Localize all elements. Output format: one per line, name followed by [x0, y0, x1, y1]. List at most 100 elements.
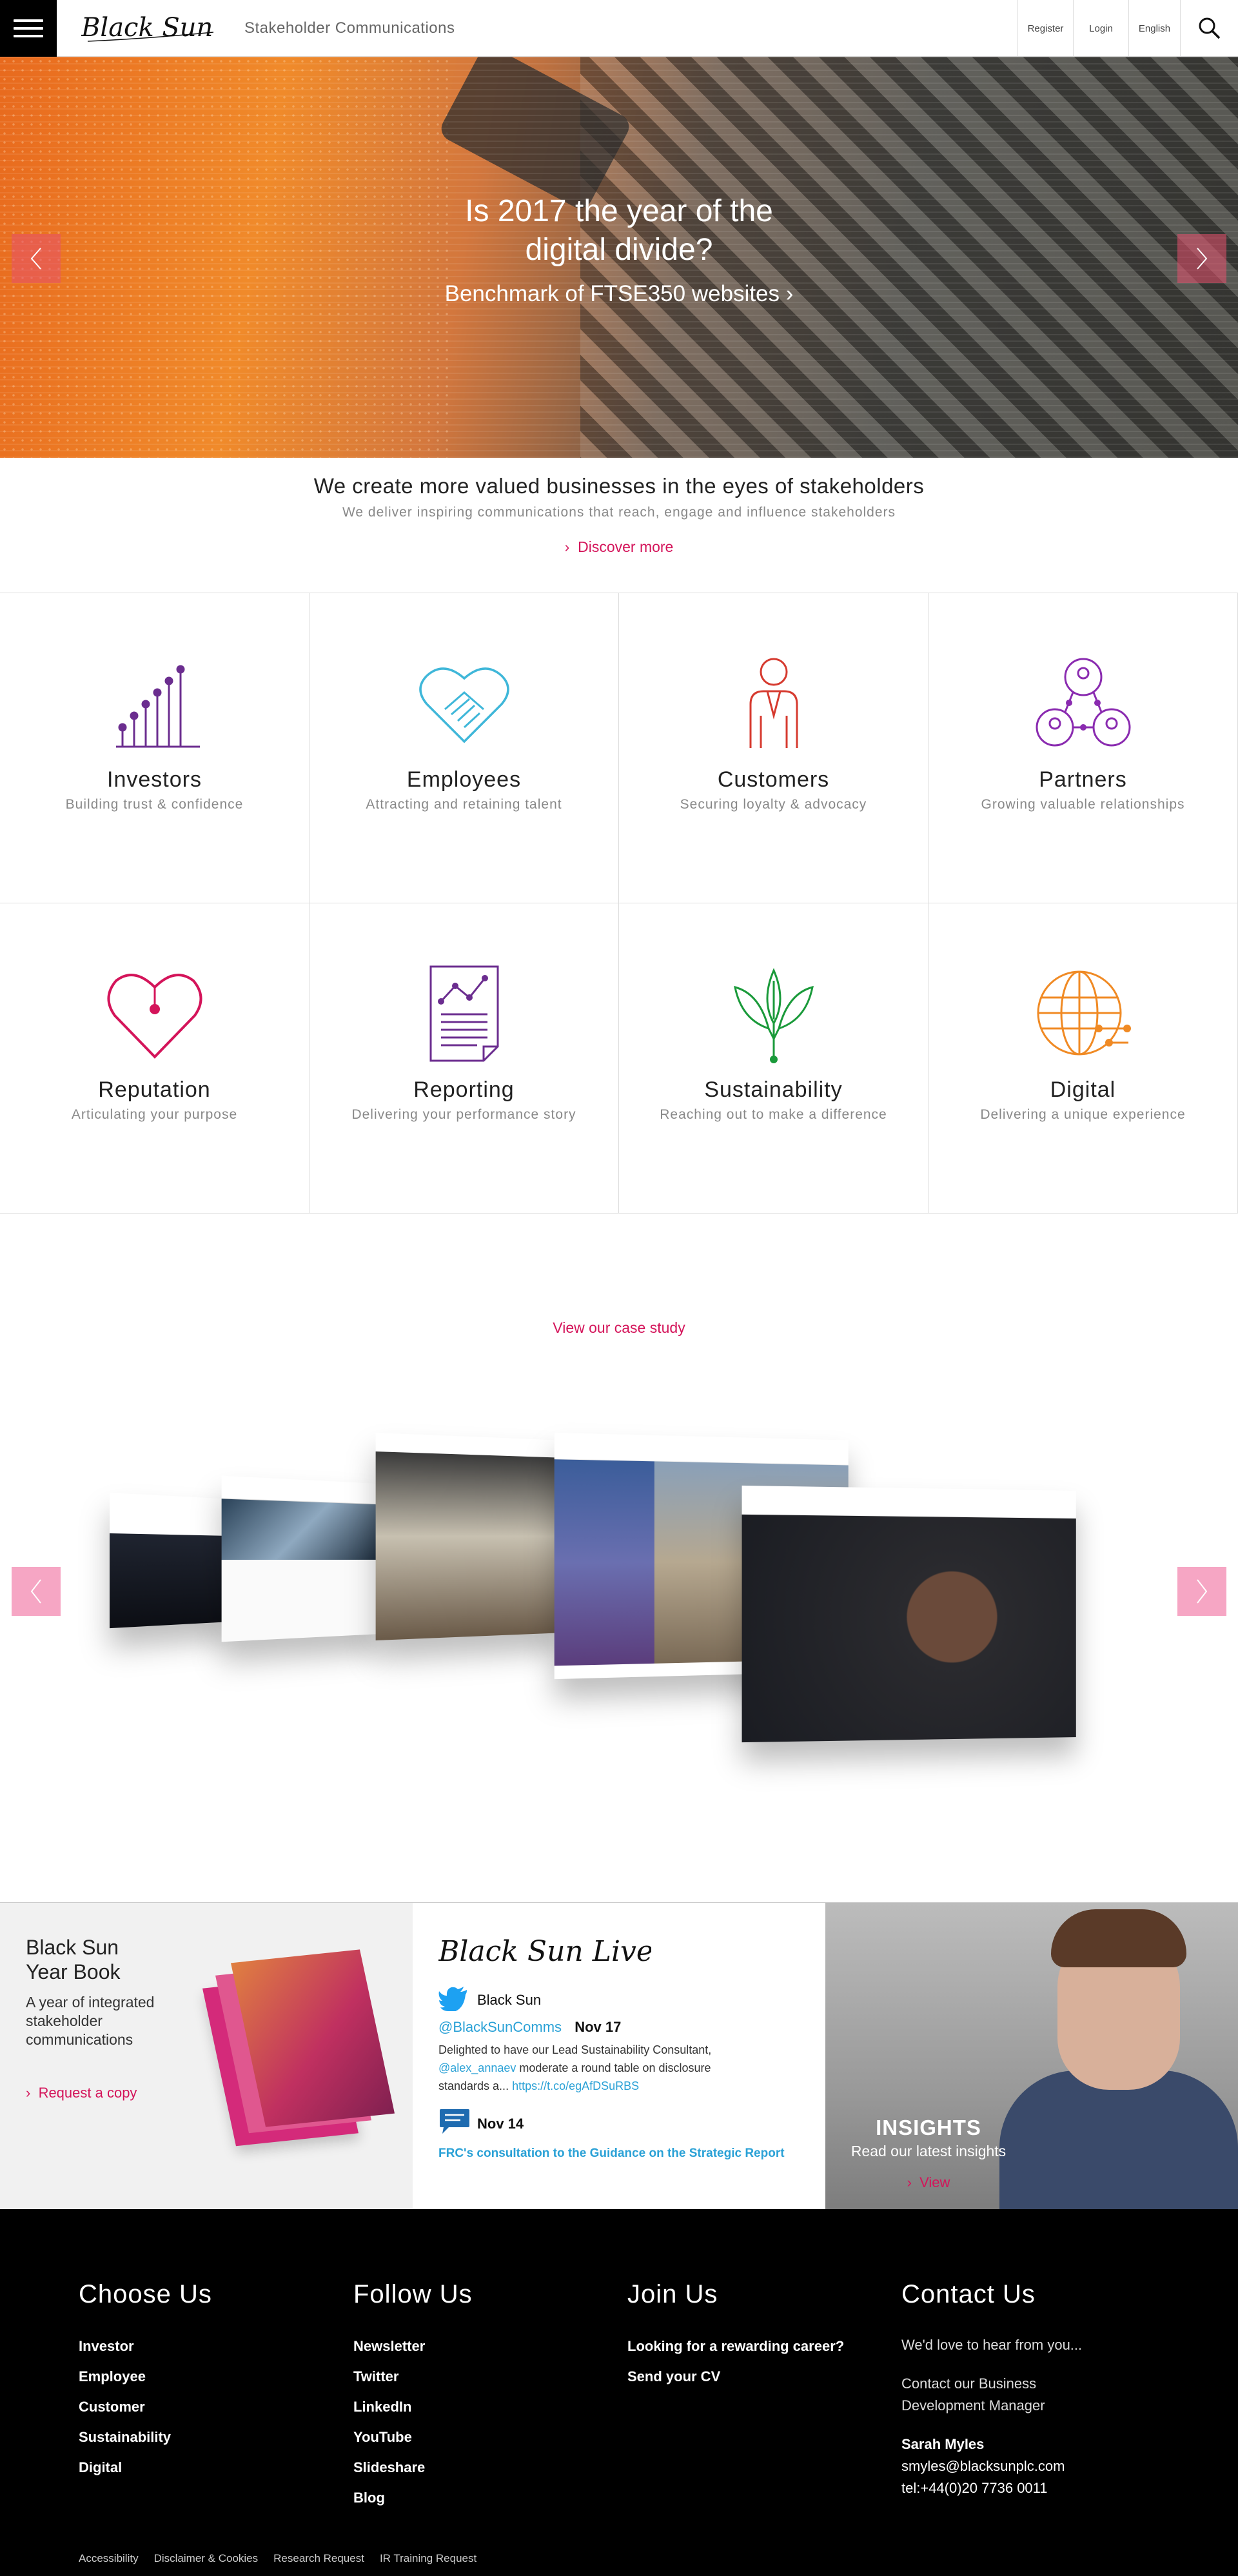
service-title: Employees: [310, 767, 618, 792]
black-sun-logo[interactable]: Black Sun: [81, 0, 220, 57]
footer-link-digital[interactable]: Digital: [79, 2459, 212, 2476]
footer-accessibility-link[interactable]: Accessibility: [79, 2552, 139, 2565]
view-case-study-link[interactable]: View our case study: [0, 1319, 1238, 1337]
service-employees[interactable]: Employees Attracting and retaining talen…: [310, 593, 619, 903]
footer-link-investor[interactable]: Investor: [79, 2338, 212, 2355]
service-subtitle: Articulating your purpose: [0, 1107, 309, 1123]
footer-link-youtube[interactable]: YouTube: [353, 2429, 473, 2446]
blog-speech-bubble-icon: [438, 2108, 471, 2135]
twitter-handle-link[interactable]: @BlackSunComms: [438, 2019, 562, 2035]
report-document-icon: [413, 961, 516, 1065]
footer-link-customer[interactable]: Customer: [79, 2399, 212, 2415]
tweet-text: Delighted to have our Lead Sustainabilit…: [438, 2041, 800, 2095]
footer-link-linkedin[interactable]: LinkedIn: [353, 2399, 473, 2415]
hero-banner[interactable]: Is 2017 the year of the digital divide? …: [0, 57, 1238, 458]
services-grid: Investors Building trust & confidence Em…: [0, 593, 1238, 1214]
service-digital[interactable]: Digital Delivering a unique experience: [928, 903, 1238, 1214]
footer-link-blog[interactable]: Blog: [353, 2490, 473, 2506]
footer-bottom-links: Accessibility Disclaimer & Cookies Resea…: [79, 2552, 477, 2565]
service-title: Customers: [619, 767, 928, 792]
contact-phone-link[interactable]: tel:+44(0)20 7736 0011: [901, 2477, 1082, 2499]
discover-more-link[interactable]: › Discover more: [565, 538, 674, 556]
request-copy-link[interactable]: › Request a copy: [26, 2085, 137, 2101]
footer-link-newsletter[interactable]: Newsletter: [353, 2338, 473, 2355]
service-subtitle: Growing valuable relationships: [928, 797, 1237, 812]
yearbook-books-image: [213, 1942, 400, 2180]
tweet-line-3: standards a...: [438, 2079, 509, 2092]
black-sun-live-panel: Black Sun Live Black Sun @BlackSunComms …: [413, 1903, 825, 2210]
footer-follow-us: Follow Us Newsletter Twitter LinkedIn Yo…: [353, 2280, 473, 2520]
contact-name: Sarah Myles: [901, 2433, 1082, 2455]
contact-business-line1[interactable]: Contact our Business: [901, 2373, 1082, 2395]
yearbook-title-line1: Black Sun: [26, 1935, 120, 1960]
service-title: Partners: [928, 767, 1237, 792]
hero-next-arrow-icon[interactable]: [1177, 234, 1226, 283]
blog-date: Nov 14: [477, 2116, 524, 2132]
yearbook-title-line2: Year Book: [26, 1960, 120, 1984]
customer-person-icon: [722, 651, 825, 754]
hero-title-line2: digital divide?: [0, 231, 1238, 270]
service-subtitle: Reaching out to make a difference: [619, 1107, 928, 1123]
header-tagline: Stakeholder Communications: [244, 19, 455, 37]
service-title: Reporting: [310, 1077, 618, 1103]
tweet-url-link[interactable]: https://t.co/egAfDSuRBS: [512, 2079, 639, 2092]
service-title: Sustainability: [619, 1077, 928, 1103]
language-link[interactable]: English: [1128, 0, 1180, 57]
service-subtitle: Building trust & confidence: [0, 797, 309, 812]
hero-subtitle-link[interactable]: Benchmark of FTSE350 websites ›: [0, 281, 1238, 307]
footer-research-link[interactable]: Research Request: [273, 2552, 364, 2565]
carousel-next-arrow-icon[interactable]: [1177, 1567, 1226, 1616]
twitter-bird-icon[interactable]: [438, 1987, 468, 2011]
service-reputation[interactable]: Reputation Articulating your purpose: [0, 903, 310, 1214]
footer-link-sustainability[interactable]: Sustainability: [79, 2429, 212, 2446]
hamburger-icon[interactable]: [0, 0, 57, 57]
case-screenshot-2[interactable]: [222, 1476, 377, 1642]
footer-heading: Contact Us: [901, 2280, 1082, 2309]
footer-link-send-cv[interactable]: Send your CV: [627, 2368, 844, 2385]
heart-icon: [103, 961, 206, 1065]
contact-business-line2[interactable]: Development Manager: [901, 2395, 1082, 2417]
chevron-right-icon: ›: [565, 538, 578, 555]
footer-link-twitter[interactable]: Twitter: [353, 2368, 473, 2385]
service-subtitle: Attracting and retaining talent: [310, 797, 618, 812]
login-link[interactable]: Login: [1073, 0, 1128, 57]
footer-ir-training-link[interactable]: IR Training Request: [380, 2552, 477, 2565]
register-link[interactable]: Register: [1017, 0, 1073, 57]
chevron-right-icon: ›: [26, 2085, 39, 2101]
search-icon[interactable]: [1180, 0, 1238, 57]
footer-disclaimer-link[interactable]: Disclaimer & Cookies: [154, 2552, 259, 2565]
intro-subheading: We deliver inspiring communications that…: [0, 505, 1238, 520]
footer-link-employee[interactable]: Employee: [79, 2368, 212, 2385]
service-customers[interactable]: Customers Securing loyalty & advocacy: [619, 593, 928, 903]
black-sun-live-logo: Black Sun Live: [438, 1929, 651, 1974]
insights-panel[interactable]: INSIGHTS Read our latest insights › View: [825, 1903, 1238, 2210]
tweet-line-1: Delighted to have our Lead Sustainabilit…: [438, 2041, 800, 2059]
footer-heading: Join Us: [627, 2280, 844, 2309]
tweet-mention-link[interactable]: @alex_annaev: [438, 2061, 516, 2074]
yearbook-panel[interactable]: Black Sun Year Book A year of integrated …: [0, 1903, 413, 2210]
insights-view-link[interactable]: › View: [825, 2174, 1032, 2191]
chevron-right-icon: ›: [907, 2174, 920, 2190]
tweet-date: Nov 17: [575, 2019, 621, 2035]
carousel-prev-arrow-icon[interactable]: [12, 1567, 61, 1616]
footer-link-slideshare[interactable]: Slideshare: [353, 2459, 473, 2476]
service-investors[interactable]: Investors Building trust & confidence: [0, 593, 310, 903]
service-title: Investors: [0, 767, 309, 792]
footer-join-us: Join Us Looking for a rewarding career? …: [627, 2280, 844, 2399]
tweet-line-2: moderate a round table on disclosure: [519, 2061, 711, 2074]
insights-view-label: View: [919, 2174, 950, 2190]
service-reporting[interactable]: Reporting Delivering your performance st…: [310, 903, 619, 1214]
case-screenshot-1[interactable]: [110, 1493, 226, 1628]
footer-heading: Choose Us: [79, 2280, 212, 2309]
service-sustainability[interactable]: Sustainability Reaching out to make a di…: [619, 903, 928, 1214]
service-title: Digital: [928, 1077, 1237, 1103]
case-screenshot-5[interactable]: [742, 1486, 1076, 1742]
service-partners[interactable]: Partners Growing valuable relationships: [928, 593, 1238, 903]
hero-title-line1: Is 2017 the year of the: [0, 192, 1238, 231]
footer-link-career[interactable]: Looking for a rewarding career?: [627, 2338, 844, 2355]
contact-email-link[interactable]: smyles@blacksunplc.com: [901, 2455, 1082, 2477]
blog-post-link[interactable]: FRC's consultation to the Guidance on th…: [438, 2147, 785, 2161]
hero-prev-arrow-icon[interactable]: [12, 234, 61, 283]
service-title: Reputation: [0, 1077, 309, 1103]
case-screenshot-3[interactable]: [376, 1433, 559, 1640]
